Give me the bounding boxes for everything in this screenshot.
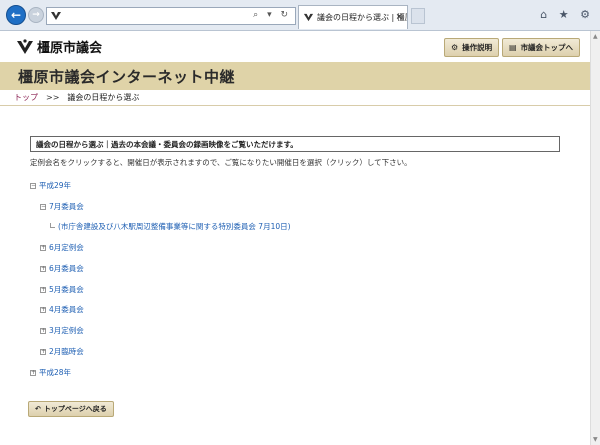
scroll-up-icon[interactable]: ▲ [593, 33, 598, 40]
tree-item-label[interactable]: 6月定例会 [49, 242, 84, 253]
info-description: 定例会名をクリックすると、開催日が表示されますので、ご覧になりたい開催日を選択（… [30, 158, 412, 167]
arrow-left-icon: ← [10, 8, 22, 22]
site-name: 橿原市議会 [37, 41, 103, 56]
tree-item-label[interactable]: 7月委員会 [49, 201, 84, 212]
breadcrumb-home-link[interactable]: トップ [14, 92, 38, 103]
scroll-down-icon[interactable]: ▼ [593, 436, 598, 443]
browser-right-icons[interactable]: ⌂ ★ ⚙ [540, 8, 594, 21]
tree-item-label[interactable]: 3月定例会 [49, 325, 84, 336]
breadcrumb-separator: >> [46, 93, 60, 102]
expand-icon[interactable]: + [40, 306, 46, 313]
tree-item-feb-extra[interactable]: + 2月臨時会 [40, 346, 84, 357]
tree-item-june-session[interactable]: + 6月定例会 [40, 242, 84, 253]
collapse-icon[interactable]: − [40, 203, 46, 210]
expand-icon[interactable]: + [40, 244, 46, 251]
tab-title: 議会の日程から選ぶ | 橿原... [317, 13, 407, 22]
back-button[interactable]: ← [6, 5, 26, 25]
forward-button[interactable]: → [28, 7, 44, 23]
breadcrumb-divider [0, 105, 590, 106]
tree-item-label[interactable]: 平成28年 [39, 367, 71, 378]
gear-icon: ⚙ [451, 43, 459, 52]
return-arrow-icon: ↶ [35, 405, 41, 413]
council-top-button[interactable]: ▤ 市議会トップへ [502, 38, 581, 57]
tree-item-march-session[interactable]: + 3月定例会 [40, 325, 84, 336]
emblem-icon [17, 38, 33, 54]
title-banner: 橿原市議会インターネット中継 [0, 62, 590, 90]
tree-item-label[interactable]: 5月委員会 [49, 284, 84, 295]
council-top-button-label: 市議会トップへ [520, 43, 574, 52]
tree-item-label[interactable]: 6月委員会 [49, 263, 84, 274]
tree-item-label[interactable]: (市庁舎建設及び八木駅周辺整備事業等に関する特別委員会 7月10日) [58, 221, 291, 232]
expand-icon[interactable]: + [40, 286, 46, 293]
tree-item-may-committee[interactable]: + 5月委員会 [40, 284, 84, 295]
info-heading-box: 議会の日程から選ぶ｜過去の本会議・委員会の録画映像をご覧いただけます。 [30, 136, 560, 152]
address-tools-icon[interactable]: ⌕ ▾ ↻ [253, 10, 291, 20]
manual-button[interactable]: ⚙ 操作説明 [444, 38, 500, 57]
back-to-top-button[interactable]: ↶ トップページへ戻る [28, 401, 114, 417]
back-to-top-label: トップページへ戻る [43, 405, 107, 413]
new-tab-button[interactable] [411, 8, 425, 24]
expand-icon[interactable]: + [30, 369, 36, 376]
address-bar[interactable]: ⌕ ▾ ↻ [46, 7, 296, 25]
page-content: 橿原市議会 ⚙ 操作説明 ▤ 市議会トップへ 橿原市議会インターネット中継 トッ… [0, 31, 590, 445]
tab-favicon-icon [303, 13, 314, 22]
building-icon: ▤ [509, 43, 517, 52]
expand-icon[interactable]: + [40, 348, 46, 355]
tree-item-april-committee[interactable]: + 4月委員会 [40, 304, 84, 315]
site-favicon-icon [51, 12, 61, 20]
tree-item-label[interactable]: 平成29年 [39, 180, 71, 191]
tree-item-h28[interactable]: + 平成28年 [30, 367, 71, 378]
browser-tab[interactable]: 議会の日程から選ぶ | 橿原... × [298, 5, 408, 29]
expand-icon[interactable]: + [40, 327, 46, 334]
tree-item-label[interactable]: 4月委員会 [49, 304, 84, 315]
expand-icon[interactable]: + [40, 265, 46, 272]
close-tab-icon[interactable]: × [395, 12, 403, 22]
vertical-scrollbar[interactable]: ▲ ▼ [590, 31, 600, 445]
browser-toolbar: ← → ⌕ ▾ ↻ 議会の日程から選ぶ | 橿原... × ⌂ ★ ⚙ [0, 0, 600, 31]
arrow-right-icon: → [32, 10, 40, 20]
breadcrumb-current: 議会の日程から選ぶ [67, 93, 140, 102]
site-header: 橿原市議会 ⚙ 操作説明 ▤ 市議会トップへ [0, 31, 590, 62]
manual-button-label: 操作説明 [462, 43, 493, 52]
tree-item-h29[interactable]: − 平成29年 [30, 180, 71, 191]
info-heading: 議会の日程から選ぶ｜過去の本会議・委員会の録画映像をご覧いただけます。 [36, 139, 298, 149]
tree-item-june-committee[interactable]: + 6月委員会 [40, 263, 84, 274]
collapse-icon[interactable]: − [30, 182, 36, 189]
breadcrumb: トップ >> 議会の日程から選ぶ [14, 92, 139, 103]
tree-item-july-committee[interactable]: − 7月委員会 [40, 201, 84, 212]
site-logo[interactable]: 橿原市議会 [16, 37, 102, 56]
tree-leaf-connector [50, 223, 55, 228]
page-title: 橿原市議会インターネット中継 [18, 67, 236, 86]
tree-item-special-committee[interactable]: (市庁舎建設及び八木駅周辺整備事業等に関する特別委員会 7月10日) [50, 221, 291, 232]
tree-item-label[interactable]: 2月臨時会 [49, 346, 84, 357]
